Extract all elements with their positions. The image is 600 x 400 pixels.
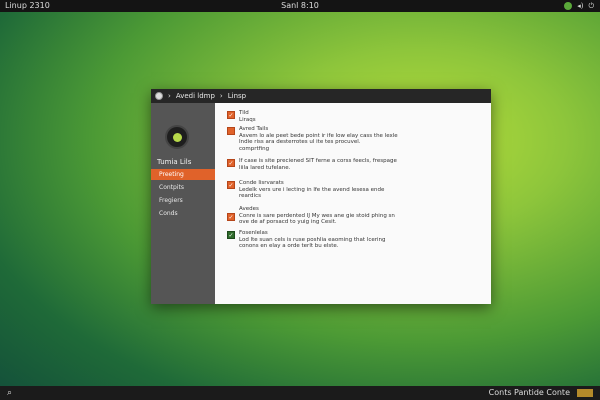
app-brand: Tumia Lils	[157, 158, 192, 166]
entry-text: comprtfing	[239, 145, 270, 152]
entry-text: ove de af porsacd to yuig ing Cesit.	[239, 219, 337, 225]
notification-indicator[interactable]	[577, 389, 593, 397]
breadcrumb-item[interactable]: Linsp	[228, 89, 246, 103]
bottom-panel: ⌕ Conts Pantide Conte	[0, 386, 600, 400]
taskbar-label[interactable]: Conts Pantide Conte	[489, 386, 570, 400]
sidebar-item-contpits[interactable]: Contpits	[151, 182, 215, 193]
bird-icon	[173, 133, 182, 142]
search-icon[interactable]: ⌕	[7, 386, 12, 400]
checkbox[interactable]: ✓	[227, 213, 235, 221]
entry-text: Liraqs	[239, 116, 256, 123]
breadcrumb-item[interactable]: Avedi ldmp	[176, 89, 215, 103]
main-content: ✓ Tild Liraqs Avred Tails Asvem lo ale p…	[215, 103, 491, 304]
sidebar-nav: Preeting Contpits Fregiers Conds	[151, 169, 215, 221]
chevron-right-icon: ›	[219, 92, 223, 100]
entry-text: reardics	[239, 193, 261, 199]
sidebar-item-preeting[interactable]: Preeting	[151, 169, 215, 180]
sidebar: Tumia Lils Preeting Contpits Fregiers Co…	[151, 103, 215, 304]
app-window: › Avedi ldmp › Linsp Tumia Lils Preeting…	[151, 89, 491, 304]
speaker-icon[interactable]: ◂)	[577, 0, 583, 12]
entry-text: conons en elay a orde terlt bu elste.	[239, 243, 339, 249]
checkbox[interactable]: ✓	[227, 231, 235, 239]
checkbox[interactable]: ✓	[227, 181, 235, 189]
top-panel: Linuр 2310 Sanl 8:10 ◂) ⏻	[0, 0, 600, 12]
app-logo	[165, 125, 189, 149]
chevron-right-icon: ›	[168, 92, 171, 100]
green-status-icon[interactable]	[564, 2, 573, 10]
clock-label[interactable]: Sanl 8:10	[0, 0, 600, 12]
entry-text: liila lared tufelane.	[239, 164, 291, 171]
system-tray: ◂) ⏻	[564, 0, 594, 12]
sidebar-item-fregiers[interactable]: Fregiers	[151, 195, 215, 206]
breadcrumb: › Avedi ldmp › Linsp	[168, 89, 246, 103]
app-icon	[155, 92, 163, 100]
checkbox[interactable]	[227, 127, 235, 135]
window-titlebar[interactable]: › Avedi ldmp › Linsp	[151, 89, 491, 103]
sidebar-item-conds[interactable]: Conds	[151, 208, 215, 219]
checkbox[interactable]: ✓	[227, 159, 235, 167]
power-icon[interactable]: ⏻	[588, 0, 594, 12]
checkbox[interactable]: ✓	[227, 111, 235, 119]
